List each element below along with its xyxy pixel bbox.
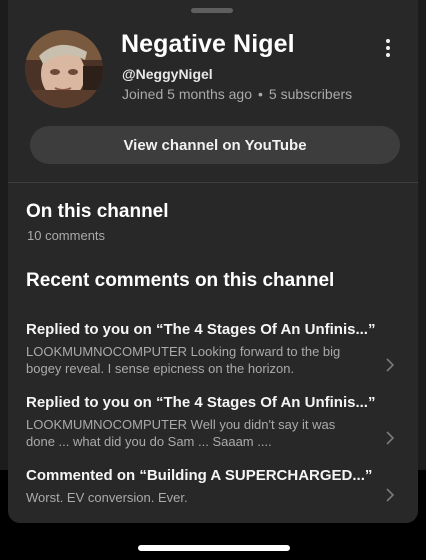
- comment-title: Replied to you on “The 4 Stages Of An Un…: [26, 321, 376, 338]
- channel-bottom-sheet: Negative Nigel @NeggyNigel Joined 5 mont…: [8, 0, 418, 523]
- comment-body: LOOKMUMNOCOMPUTER Well you didn't say it…: [26, 417, 336, 449]
- comment-body: LOOKMUMNOCOMPUTER Looking forward to the…: [26, 344, 341, 376]
- more-vert-icon[interactable]: [378, 36, 398, 60]
- comment-item[interactable]: Replied to you on “The 4 Stages Of An Un…: [8, 394, 418, 456]
- subscriber-count: 5 subscribers: [268, 86, 353, 102]
- view-channel-button[interactable]: View channel on YouTube: [30, 126, 400, 164]
- avatar-image: [25, 30, 103, 108]
- channel-handle: @NeggyNigel: [122, 66, 213, 82]
- comment-title: Commented on “Building A SUPERCHARGED...…: [26, 467, 373, 484]
- chevron-right-icon: [384, 358, 396, 372]
- on-channel-title: On this channel: [26, 201, 169, 222]
- backdrop-edge: [418, 0, 426, 470]
- comment-title: Replied to you on “The 4 Stages Of An Un…: [26, 394, 376, 411]
- comment-item[interactable]: Commented on “Building A SUPERCHARGED...…: [8, 467, 418, 523]
- divider: [8, 182, 418, 183]
- backdrop-edge: [0, 0, 8, 470]
- joined-date: Joined 5 months ago: [122, 86, 252, 102]
- home-indicator[interactable]: [138, 545, 290, 551]
- drag-handle[interactable]: [191, 8, 233, 13]
- comment-body: Worst. EV conversion. Ever.: [26, 490, 188, 505]
- channel-name: Negative Nigel: [121, 30, 295, 58]
- chevron-right-icon: [384, 431, 396, 445]
- comment-count: 10 comments: [27, 228, 106, 243]
- meta-separator: •: [257, 86, 263, 102]
- channel-meta: Joined 5 months ago • 5 subscribers: [122, 86, 352, 102]
- avatar[interactable]: [25, 30, 103, 108]
- comment-item[interactable]: Replied to you on “The 4 Stages Of An Un…: [8, 321, 418, 383]
- chevron-right-icon: [384, 488, 396, 502]
- recent-comments-title: Recent comments on this channel: [26, 270, 335, 291]
